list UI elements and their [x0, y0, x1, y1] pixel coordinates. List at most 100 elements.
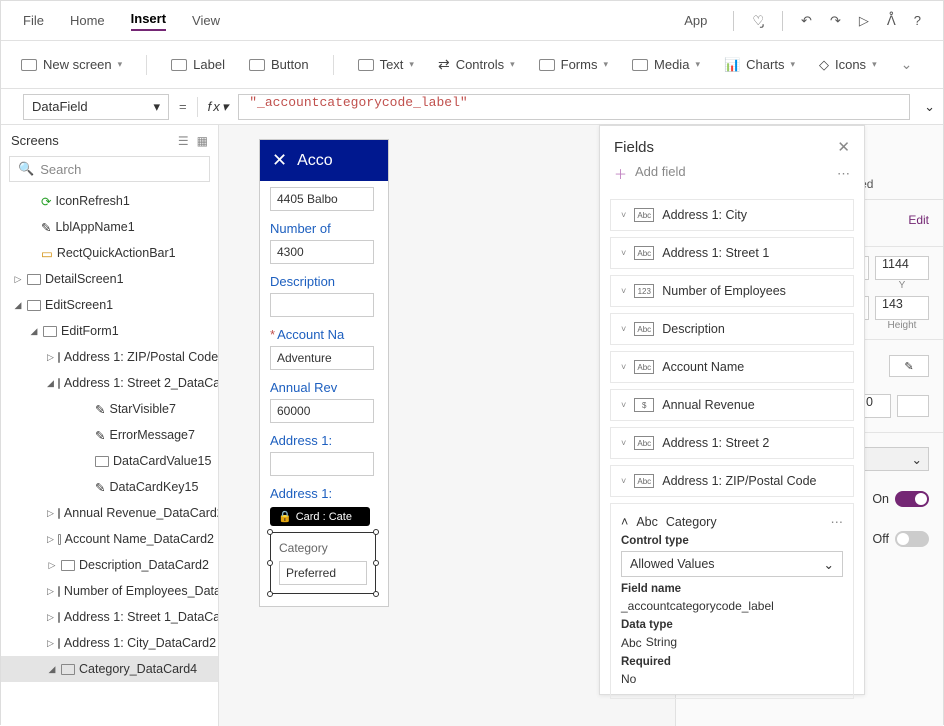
main-menu: File Home Insert View App ♡̡ ↶ ↷ ▷ ᐰ ? [1, 1, 943, 41]
tree-item[interactable]: ✎DataCardKey15 [1, 474, 218, 500]
tree-item[interactable]: ▭RectQuickActionBar1 [1, 240, 218, 266]
field-label: Category [279, 541, 367, 555]
property-dropdown[interactable]: DataField▾ [23, 94, 169, 120]
prop-label: Required [621, 656, 843, 668]
canvas: ✕ Acco 4405 Balbo Number of 4300 Descrip… [219, 125, 675, 726]
field-label: Address 1: [270, 433, 378, 448]
redo-icon[interactable]: ↷ [830, 13, 841, 29]
menu-home[interactable]: Home [70, 13, 105, 28]
field-name: Address 1: Street 2 [662, 436, 769, 450]
tree-item[interactable]: ▷Address 1: ZIP/Postal Code_ [1, 344, 218, 370]
chevron-up-icon[interactable]: ˄ [621, 515, 628, 529]
ribbon-overflow[interactable]: ⌄ [901, 56, 913, 73]
tree-item[interactable]: ◢EditScreen1 [1, 292, 218, 318]
prop-value: No [621, 672, 843, 686]
position-y-input[interactable]: 1144 [875, 256, 929, 280]
ribbon-controls[interactable]: ⇄Controls▾ [438, 56, 515, 73]
screens-search[interactable]: 🔍 Search [9, 156, 210, 182]
diagnostics-icon[interactable]: ♡̡ [752, 13, 764, 29]
fx-icon[interactable]: fx ▾ [208, 99, 229, 115]
menu-app[interactable]: App [684, 13, 707, 28]
ribbon-charts[interactable]: 📊Charts▾ [724, 57, 795, 73]
form-input[interactable] [270, 293, 374, 317]
tree-item[interactable]: ✎ErrorMessage7 [1, 422, 218, 448]
color-swatch[interactable]: ✎ [889, 355, 929, 377]
play-icon[interactable]: ▷ [859, 13, 869, 29]
field-label: Description [270, 274, 378, 289]
tree-item-selected[interactable]: ◢Category_DataCard4 [1, 656, 218, 682]
ribbon-media[interactable]: Media▾ [632, 57, 700, 72]
height-input[interactable]: 143 [875, 296, 929, 320]
edit-field-link[interactable]: Edit [908, 213, 929, 227]
chevron-down-icon: ˅ [621, 324, 626, 334]
form-input[interactable]: 60000 [270, 399, 374, 423]
tree-item[interactable]: ✎LblAppName1 [1, 214, 218, 240]
chevron-down-icon: ˅ [621, 476, 626, 486]
field-name: Address 1: Street 1 [662, 246, 769, 260]
fields-title: Fields [614, 139, 654, 156]
menu-insert[interactable]: Insert [131, 11, 166, 31]
control-type-dropdown[interactable]: Allowed Values⌄ [621, 551, 843, 577]
close-icon[interactable]: ✕ [272, 150, 287, 171]
formula-input[interactable]: "_accountcategorycode_label" [238, 94, 910, 120]
share-icon[interactable]: ᐰ [887, 13, 896, 29]
field-item[interactable]: ˅AbcAddress 1: Street 1 [610, 237, 854, 269]
more-icon[interactable]: ⋯ [837, 166, 850, 182]
field-label: Annual Rev [270, 380, 378, 395]
ribbon-new-screen[interactable]: New screen▾ [21, 57, 122, 72]
ribbon-button[interactable]: Button [249, 57, 309, 72]
tree-item[interactable]: DataCardValue15 [1, 448, 218, 474]
field-label: *Account Na [270, 327, 378, 342]
undo-icon[interactable]: ↶ [801, 13, 812, 29]
tree-item[interactable]: ▷Description_DataCard2 [1, 552, 218, 578]
field-item[interactable]: ˅AbcAccount Name [610, 351, 854, 383]
ribbon-icons[interactable]: ◇Icons▾ [819, 57, 877, 73]
field-item[interactable]: ˅AbcAddress 1: City [610, 199, 854, 231]
grid-view-icon[interactable]: ▦ [197, 134, 208, 148]
chevron-down-icon: ˅ [621, 286, 626, 296]
form-input[interactable]: 4300 [270, 240, 374, 264]
tree-item[interactable]: ▷Address 1: Street 1_DataCar [1, 604, 218, 630]
close-icon[interactable]: ✕ [837, 138, 850, 156]
tree-item[interactable]: ✎StarVisible7 [1, 396, 218, 422]
chevron-down-icon: ˅ [621, 248, 626, 258]
ribbon-label[interactable]: Label [171, 57, 225, 72]
tree-item[interactable]: ▷DetailScreen1 [1, 266, 218, 292]
field-item[interactable]: ˅AbcAddress 1: Street 2 [610, 427, 854, 459]
field-item[interactable]: ˅$Annual Revenue [610, 389, 854, 421]
search-icon: 🔍 [18, 161, 34, 177]
fields-panel: Fields ✕ ＋Add field ⋯ ˅AbcAddress 1: Cit… [599, 125, 865, 695]
formula-bar: DataField▾ = fx ▾ "_accountcategorycode_… [1, 89, 943, 125]
border-color-swatch[interactable] [897, 395, 929, 417]
form-input[interactable] [270, 452, 374, 476]
field-item[interactable]: ˅123Number of Employees [610, 275, 854, 307]
formula-expand[interactable]: ⌄ [924, 99, 935, 115]
visible-toggle[interactable] [895, 491, 929, 507]
tree-item[interactable]: ▷Account Name_DataCard2 [1, 526, 218, 552]
selected-card[interactable]: Category Preferred [270, 532, 376, 594]
tree-item[interactable]: ⟳IconRefresh1 [1, 188, 218, 214]
type-icon: $ [634, 398, 654, 412]
field-item[interactable]: ˅AbcDescription [610, 313, 854, 345]
field-item[interactable]: ˅AbcAddress 1: ZIP/Postal Code [610, 465, 854, 497]
field-item-expanded: ˄ Abc Category ⋯ Control type Allowed Va… [610, 503, 854, 699]
ribbon-text[interactable]: Text▾ [358, 57, 414, 72]
widthfit-toggle[interactable] [895, 531, 929, 547]
screens-panel: Screens ☰▦ 🔍 Search ⟳IconRefresh1 ✎LblAp… [1, 125, 219, 726]
form-input[interactable]: 4405 Balbo [270, 187, 374, 211]
tree-item[interactable]: ◢Address 1: Street 2_DataCar [1, 370, 218, 396]
more-icon[interactable]: ⋯ [831, 514, 844, 529]
type-icon: Abc [634, 436, 654, 450]
menu-view[interactable]: View [192, 13, 220, 28]
help-icon[interactable]: ? [914, 13, 921, 28]
tree-item[interactable]: ▷Address 1: City_DataCard2 [1, 630, 218, 656]
form-input[interactable]: Adventure [270, 346, 374, 370]
tree-item[interactable]: ◢EditForm1 [1, 318, 218, 344]
tree-view-icon[interactable]: ☰ [178, 134, 189, 148]
tree-item[interactable]: ▷Number of Employees_Data [1, 578, 218, 604]
form-input[interactable]: Preferred [279, 561, 367, 585]
menu-file[interactable]: File [23, 13, 44, 28]
ribbon-forms[interactable]: Forms▾ [539, 57, 608, 72]
tree-item[interactable]: ▷Annual Revenue_DataCard2 [1, 500, 218, 526]
add-field-button[interactable]: ＋Add field [614, 164, 686, 183]
